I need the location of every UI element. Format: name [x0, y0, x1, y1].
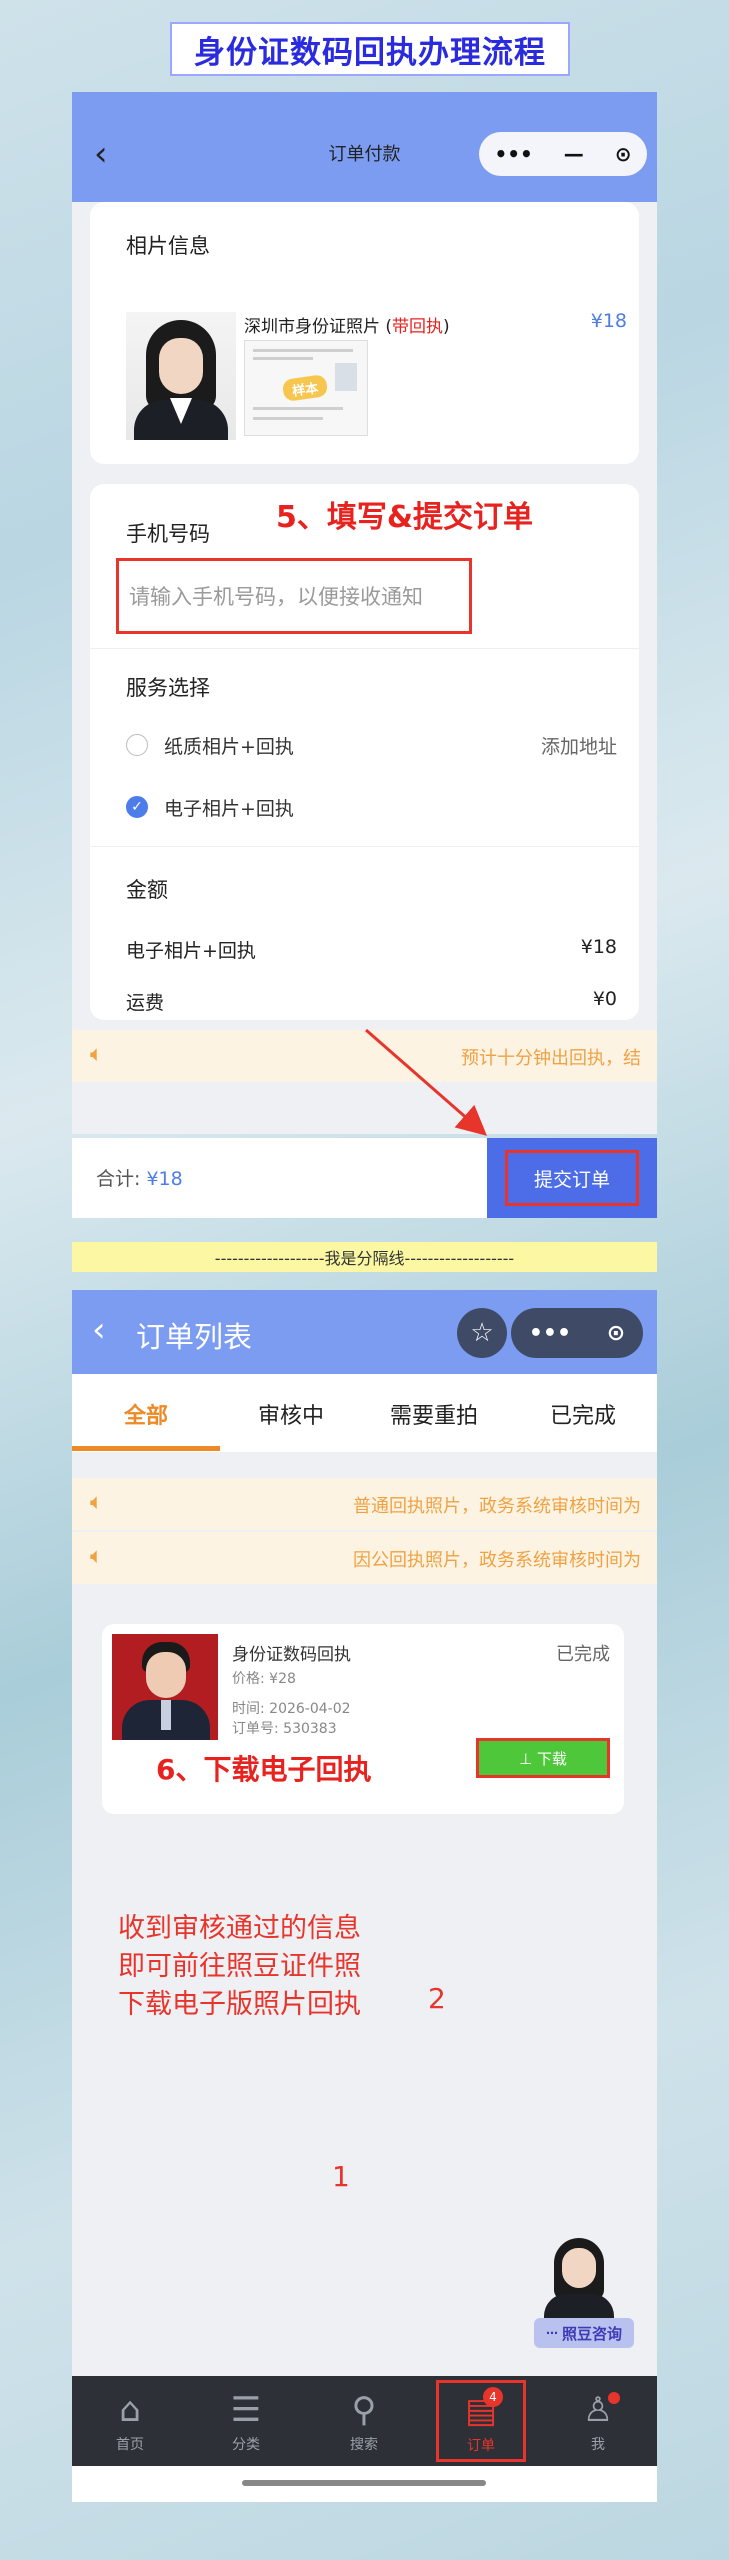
- tabbar-me[interactable]: ♙ 我: [558, 2390, 638, 2454]
- home-icon: ⌂: [119, 2390, 141, 2430]
- notice-bar: 🔈︎ 普通回执照片，政务系统审核时间为: [72, 1478, 657, 1530]
- search-icon: ⚲: [351, 2390, 377, 2430]
- tab-retake[interactable]: 需要重拍: [390, 1398, 478, 1430]
- order-card[interactable]: 身份证数码回执 已完成 价格: ¥28 时间: 2026-04-02 订单号: …: [102, 1624, 624, 1814]
- arrow-to-submit: [365, 1028, 488, 1136]
- back-icon[interactable]: ‹: [92, 1310, 106, 1350]
- order-list-navbar: ‹ 订单列表 ☆ ••• ⊙: [72, 1290, 657, 1374]
- home-indicator: [242, 2480, 486, 2486]
- tab-completed[interactable]: 已完成: [550, 1398, 616, 1430]
- order-photo: [112, 1634, 218, 1740]
- bottom-tabbar: ⌂ 首页 ☰ 分类 ⚲ 搜索 ▤ 订单 4 ♙ 我: [72, 2376, 657, 2466]
- notification-dot: [608, 2392, 620, 2404]
- user-icon: ♙: [582, 2390, 614, 2430]
- notice-text: 因公回执照片，政务系统审核时间为: [353, 1550, 641, 1571]
- order-tabs: 全部 审核中 需要重拍 已完成: [72, 1374, 657, 1452]
- order-status: 已完成: [556, 1644, 610, 1665]
- order-number: 订单号: 530383: [232, 1721, 337, 1737]
- order-title: 身份证数码回执: [232, 1645, 351, 1665]
- speaker-icon: 🔈︎: [90, 1490, 104, 1515]
- tabbar-category[interactable]: ☰ 分类: [206, 2390, 286, 2454]
- notice-text: 普通回执照片，政务系统审核时间为: [353, 1496, 641, 1517]
- more-icon[interactable]: •••: [529, 1321, 571, 1346]
- separator-strip: -------------------我是分隔线----------------…: [72, 1242, 657, 1272]
- instruction-text: 收到审核通过的信息 即可前往照豆证件照 下载电子版照片回执: [118, 1913, 361, 2020]
- notice-bar: 🔈︎ 因公回执照片，政务系统审核时间为: [72, 1532, 657, 1584]
- marker-1: 1: [332, 2160, 350, 2193]
- order-badge: 4: [483, 2387, 503, 2407]
- consultant-avatar[interactable]: [538, 2232, 620, 2332]
- marker-2: 2: [428, 1982, 446, 2015]
- home-indicator-area: [72, 2466, 657, 2502]
- chat-icon: ⋯: [545, 2326, 558, 2340]
- tab-all[interactable]: 全部: [124, 1398, 168, 1430]
- tab-reviewing[interactable]: 审核中: [258, 1398, 324, 1430]
- category-icon: ☰: [230, 2390, 262, 2430]
- consult-button[interactable]: ⋯ 照豆咨询: [534, 2318, 634, 2348]
- speaker-icon: 🔈︎: [90, 1544, 104, 1569]
- active-tab-indicator: [72, 1446, 220, 1451]
- download-button[interactable]: ⊥ 下载: [476, 1738, 610, 1778]
- tabbar-search[interactable]: ⚲ 搜索: [324, 2390, 404, 2454]
- order-icon: ▤: [464, 2391, 498, 2431]
- tabbar-orders[interactable]: ▤ 订单 4: [436, 2380, 526, 2462]
- step6-annotation: 6、下载电子回执: [156, 1753, 372, 1786]
- page-title: 订单列表: [136, 1320, 253, 1354]
- order-price: 价格: ¥28: [232, 1671, 296, 1687]
- order-time: 时间: 2026-04-02: [232, 1701, 351, 1717]
- star-icon[interactable]: ☆: [457, 1308, 507, 1358]
- mini-program-capsule: ••• ⊙: [511, 1308, 643, 1358]
- close-icon[interactable]: ⊙: [607, 1321, 625, 1346]
- tabbar-home[interactable]: ⌂ 首页: [90, 2390, 170, 2454]
